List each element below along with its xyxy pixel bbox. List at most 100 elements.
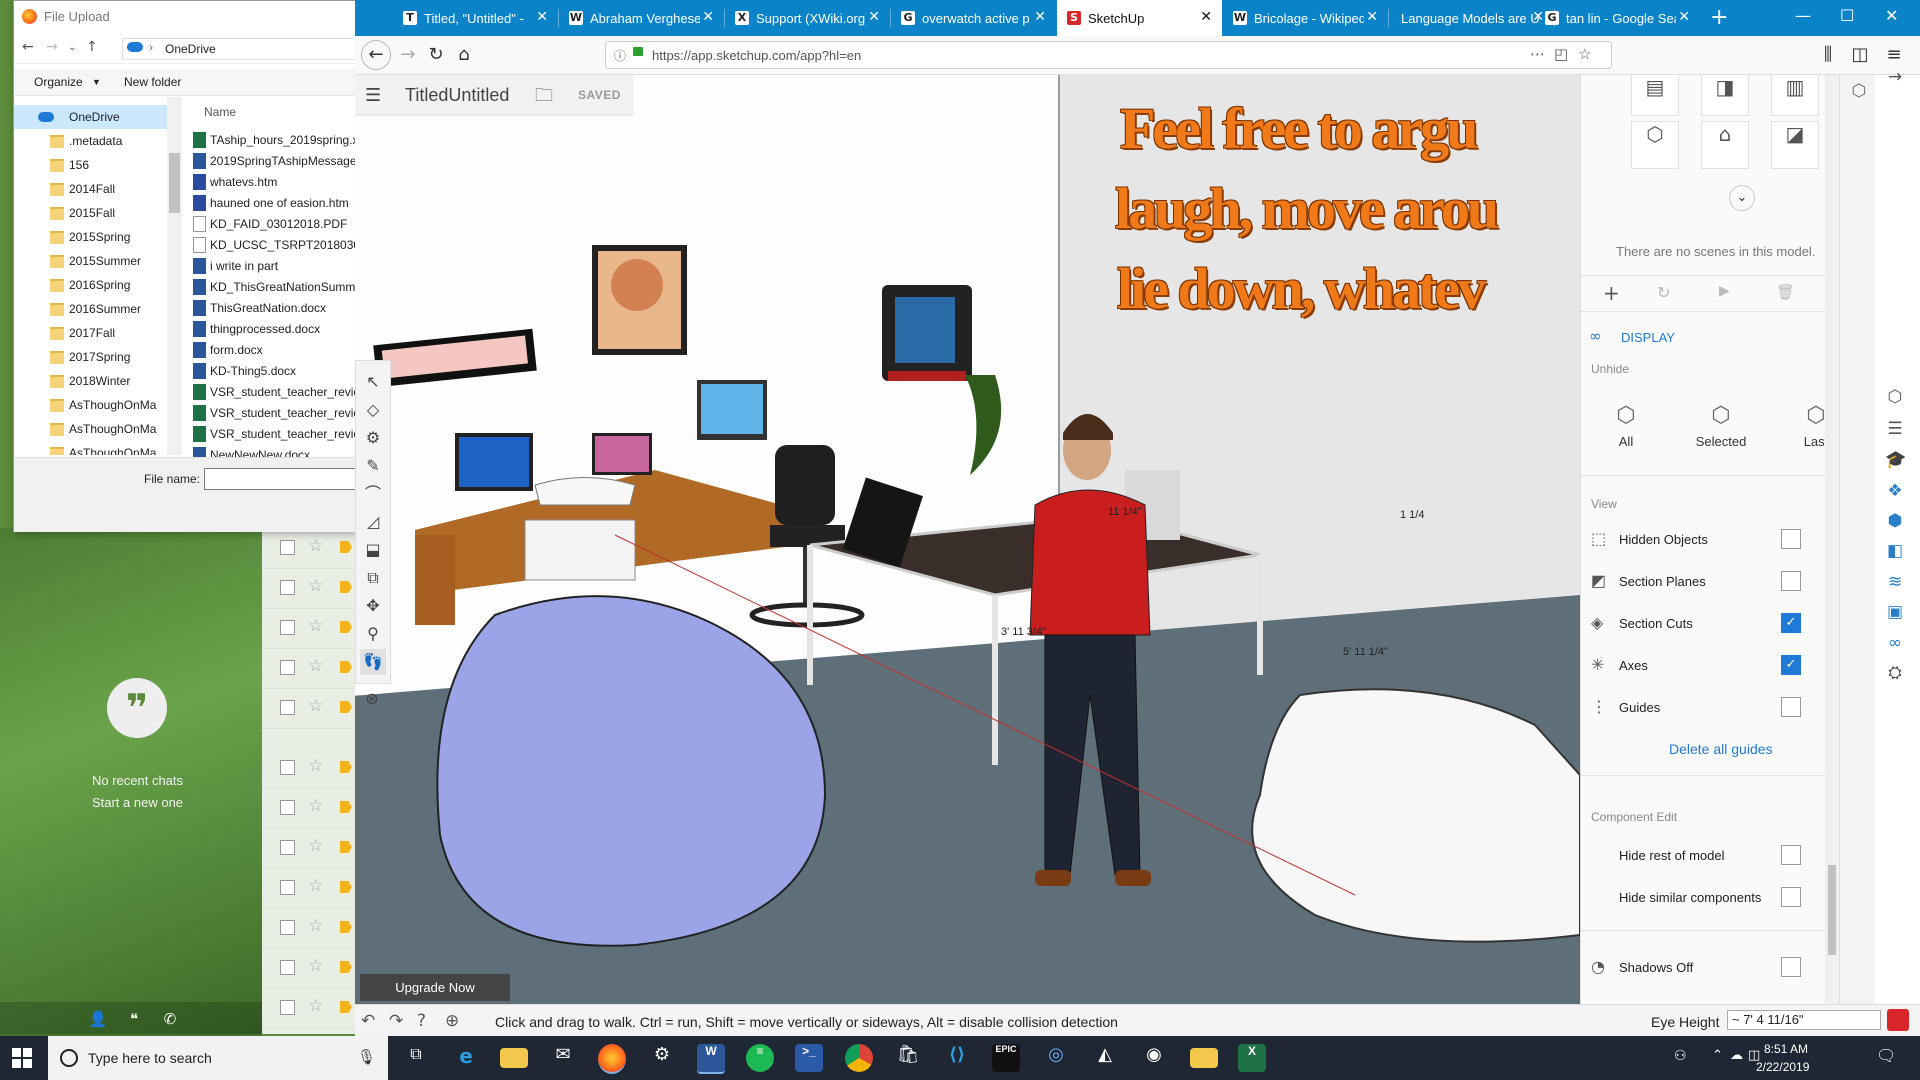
mail-icon[interactable]: ✉ [549, 1044, 577, 1072]
file-row[interactable]: TAship_hours_2019spring.x [187, 129, 357, 150]
scene-section-icon[interactable]: ▥ [1771, 75, 1819, 116]
home-button[interactable]: ⌂ [451, 42, 477, 68]
list-item[interactable]: ☆ [262, 908, 355, 949]
people-icon[interactable]: ⚇ [1674, 1048, 1687, 1064]
section-planes-checkbox[interactable] [1781, 571, 1801, 591]
eye-height-input[interactable]: ~ 7' 4 11/16" [1727, 1010, 1881, 1030]
section-cuts-checkbox[interactable]: ✓ [1781, 613, 1801, 633]
scenes-icon[interactable]: ▣ [1885, 602, 1905, 622]
edge-icon[interactable]: e [452, 1044, 480, 1072]
list-item[interactable]: ☆ [262, 988, 355, 1029]
star-icon[interactable]: ☆ [308, 836, 323, 856]
file-row[interactable]: 2019SpringTAshipMessage [187, 150, 357, 171]
organize-dropdown-icon[interactable]: ▼ [92, 77, 101, 87]
taskbar-search[interactable]: Type here to search 🎙 [48, 1036, 388, 1080]
close-icon[interactable]: ✕ [1034, 9, 1046, 25]
nav-item[interactable]: AsThoughOnMa [14, 441, 169, 455]
lock-icon[interactable] [633, 47, 643, 56]
star-icon[interactable]: ☆ [308, 916, 323, 936]
tab-abraham-verghese[interactable]: W Abraham Verghese ✕ [559, 0, 724, 36]
styles-icon[interactable]: ◧ [1885, 541, 1905, 561]
checkbox[interactable] [280, 960, 295, 975]
file-row[interactable]: form.docx [187, 339, 357, 360]
nav-item[interactable]: 2016Spring [14, 273, 169, 297]
unhide-selected-button[interactable]: ⬡ Selected [1686, 403, 1756, 449]
panel-scrollbar[interactable] [1825, 75, 1839, 1004]
important-tag-icon[interactable] [340, 881, 352, 893]
paint-bucket-icon[interactable]: ⚙ [360, 425, 386, 451]
language-globe-icon[interactable]: ⊕ [445, 1011, 459, 1031]
redo-icon[interactable]: ↷ [389, 1011, 403, 1031]
push-pull-tool-icon[interactable]: ⬓ [360, 537, 386, 563]
vscode-icon[interactable]: ⟨⟩ [943, 1044, 971, 1072]
layers-icon[interactable]: ≋ [1885, 572, 1905, 592]
list-item[interactable]: ☆ [262, 608, 355, 649]
upgrade-now-button[interactable]: Upgrade Now [360, 974, 510, 1001]
sidebar-icon[interactable]: ◫ [1847, 42, 1873, 68]
important-tag-icon[interactable] [340, 1001, 352, 1013]
nav-item[interactable]: 2018Winter [14, 369, 169, 393]
important-tag-icon[interactable] [340, 621, 352, 633]
unhide-all-button[interactable]: ⬡ All [1591, 403, 1661, 449]
nav-item[interactable]: 2015Spring [14, 225, 169, 249]
important-tag-icon[interactable] [340, 801, 352, 813]
file-row[interactable]: KD_FAID_03012018.PDF [187, 213, 357, 234]
overwatch-icon[interactable]: ◉ [1140, 1044, 1168, 1072]
checkbox[interactable] [280, 920, 295, 935]
tape-measure-icon[interactable]: ⚲ [360, 621, 386, 647]
star-icon[interactable]: ☆ [308, 996, 323, 1016]
refresh-scene-icon[interactable]: ↻ [1657, 283, 1670, 302]
word-icon[interactable]: W [697, 1044, 725, 1074]
tab-tan-lin[interactable]: Gtan lin - Google Sea ✕ [1535, 0, 1700, 36]
new-folder-button[interactable]: New folder [124, 75, 181, 89]
instructor-hat-icon[interactable]: 🎓 [1885, 450, 1906, 470]
solar-icon[interactable]: ⛭ [1885, 663, 1905, 683]
important-tag-icon[interactable] [340, 921, 352, 933]
onedrive-tray-icon[interactable]: ☁ [1730, 1048, 1743, 1063]
star-icon[interactable]: ☆ [308, 956, 323, 976]
hangouts-start-new[interactable]: Start a new one [60, 795, 215, 810]
list-item[interactable]: ☆ [262, 948, 355, 989]
star-icon[interactable]: ☆ [308, 576, 323, 596]
walk-tool-icon[interactable]: 👣 [360, 649, 386, 675]
nav-item[interactable]: 2017Fall [14, 321, 169, 345]
file-row[interactable]: NewNewNew.docx [187, 444, 357, 457]
star-icon[interactable]: ☆ [308, 796, 323, 816]
checkbox[interactable] [280, 840, 295, 855]
star-icon[interactable]: ☆ [308, 696, 323, 716]
file-explorer-icon[interactable] [500, 1048, 528, 1068]
nav-item[interactable]: 2016Summer [14, 297, 169, 321]
view-hidden-objects-row[interactable]: ⬚ Hidden Objects [1581, 522, 1826, 556]
important-tag-icon[interactable] [340, 841, 352, 853]
nav-item-onedrive[interactable]: OneDrive [14, 105, 169, 129]
close-icon[interactable]: ✕ [702, 9, 714, 25]
shadows-checkbox[interactable] [1781, 957, 1801, 977]
scene-view-icon[interactable]: ◨ [1701, 75, 1749, 116]
back-button[interactable]: ← [361, 40, 391, 70]
important-tag-icon[interactable] [340, 541, 352, 553]
file-row[interactable]: KD-Thing5.docx [187, 360, 357, 381]
library-icon[interactable]: ⫼ [1815, 42, 1841, 68]
nav-item[interactable]: 156 [14, 153, 169, 177]
tab-bricolage[interactable]: W Bricolage - Wikiped ✕ [1223, 0, 1388, 36]
maximize-button[interactable]: ☐ [1840, 6, 1854, 25]
arc-tool-icon[interactable]: ⌒ [360, 481, 386, 507]
checkbox[interactable] [280, 880, 295, 895]
hide-similar-checkbox[interactable] [1781, 887, 1801, 907]
orbit-tool-icon[interactable]: ⊛ [359, 686, 385, 712]
dialog-titlebar[interactable]: File Upload [14, 1, 356, 31]
important-tag-icon[interactable] [340, 661, 352, 673]
windows-start-button[interactable] [12, 1048, 32, 1068]
close-icon[interactable]: ✕ [868, 9, 880, 25]
delete-scene-icon[interactable]: 🗑 [1776, 283, 1795, 301]
move-tool-icon[interactable]: ✥ [360, 593, 386, 619]
file-row[interactable]: i write in part [187, 255, 357, 276]
clock-date[interactable]: 2/22/2019 [1756, 1060, 1809, 1074]
file-name-input[interactable] [204, 468, 358, 490]
important-tag-icon[interactable] [340, 701, 352, 713]
nav-item[interactable]: 2017Spring [14, 345, 169, 369]
close-window-button[interactable]: ✕ [1885, 6, 1898, 25]
reload-button[interactable]: ↻ [423, 42, 449, 68]
file-row[interactable]: VSR_student_teacher_revie [187, 423, 357, 444]
important-tag-icon[interactable] [340, 961, 352, 973]
